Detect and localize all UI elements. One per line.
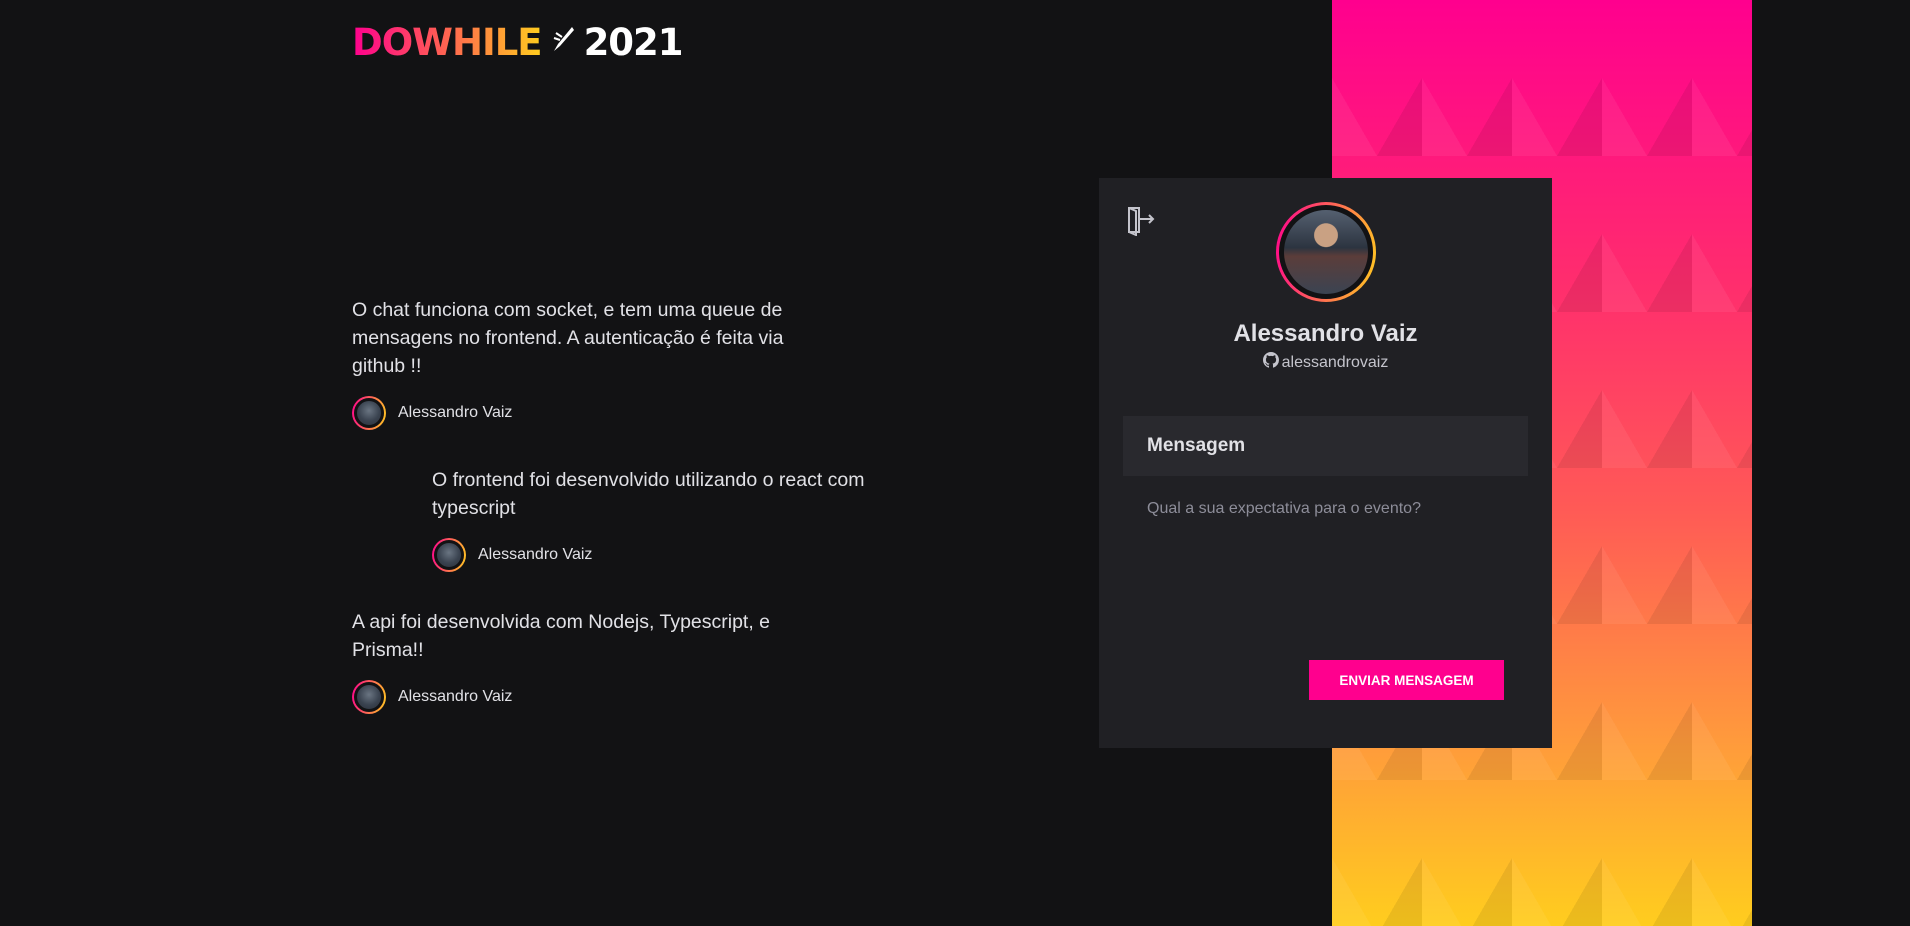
send-message-button[interactable]: Enviar mensagem — [1309, 660, 1504, 700]
github-username: alessandrovaiz — [1281, 353, 1389, 371]
profile-login: alessandrovaiz — [1262, 352, 1389, 373]
send-message-panel: Alessandro Vaiz alessandrovaiz Mensagem … — [1099, 178, 1552, 748]
list-item: A api foi desenvolvida com Nodejs, Types… — [352, 608, 792, 714]
message-text: A api foi desenvolvida com Nodejs, Types… — [352, 611, 771, 661]
github-icon — [1262, 352, 1279, 373]
list-item: O chat funciona com socket, e tem uma qu… — [352, 296, 792, 430]
logo-year: 2021 — [583, 20, 684, 64]
user-name: Alessandro Vaiz — [398, 404, 513, 421]
user-name: Alessandro Vaiz — [398, 688, 513, 705]
message-area: DOWHILE 2021 O chat funciona com socket,… — [352, 0, 1052, 926]
profile-name: Alessandro Vaiz — [1233, 320, 1418, 347]
user-profile: Alessandro Vaiz alessandrovaiz — [1099, 202, 1552, 373]
list-item: O frontend foi desenvolvido utilizando o… — [432, 466, 872, 572]
message-input[interactable] — [1123, 476, 1528, 626]
dowhile-logo: DOWHILE 2021 — [352, 21, 684, 64]
avatar — [352, 396, 386, 430]
form-body: Enviar mensagem — [1123, 476, 1528, 724]
form-label: Mensagem — [1123, 416, 1528, 476]
logo-text: DOWHILE — [352, 20, 543, 64]
avatar — [352, 680, 386, 714]
logo-spark-icon — [550, 24, 576, 61]
message-text: O frontend foi desenvolvido utilizando o… — [432, 469, 865, 519]
message-user: Alessandro Vaiz — [352, 680, 792, 714]
message-list: O chat funciona com socket, e tem uma qu… — [352, 296, 872, 750]
avatar — [432, 538, 466, 572]
message-form: Mensagem Enviar mensagem — [1123, 416, 1528, 724]
profile-avatar — [1275, 202, 1376, 302]
message-text: O chat funciona com socket, e tem uma qu… — [352, 299, 784, 377]
message-user: Alessandro Vaiz — [432, 538, 872, 572]
user-name: Alessandro Vaiz — [478, 546, 593, 563]
message-user: Alessandro Vaiz — [352, 396, 792, 430]
